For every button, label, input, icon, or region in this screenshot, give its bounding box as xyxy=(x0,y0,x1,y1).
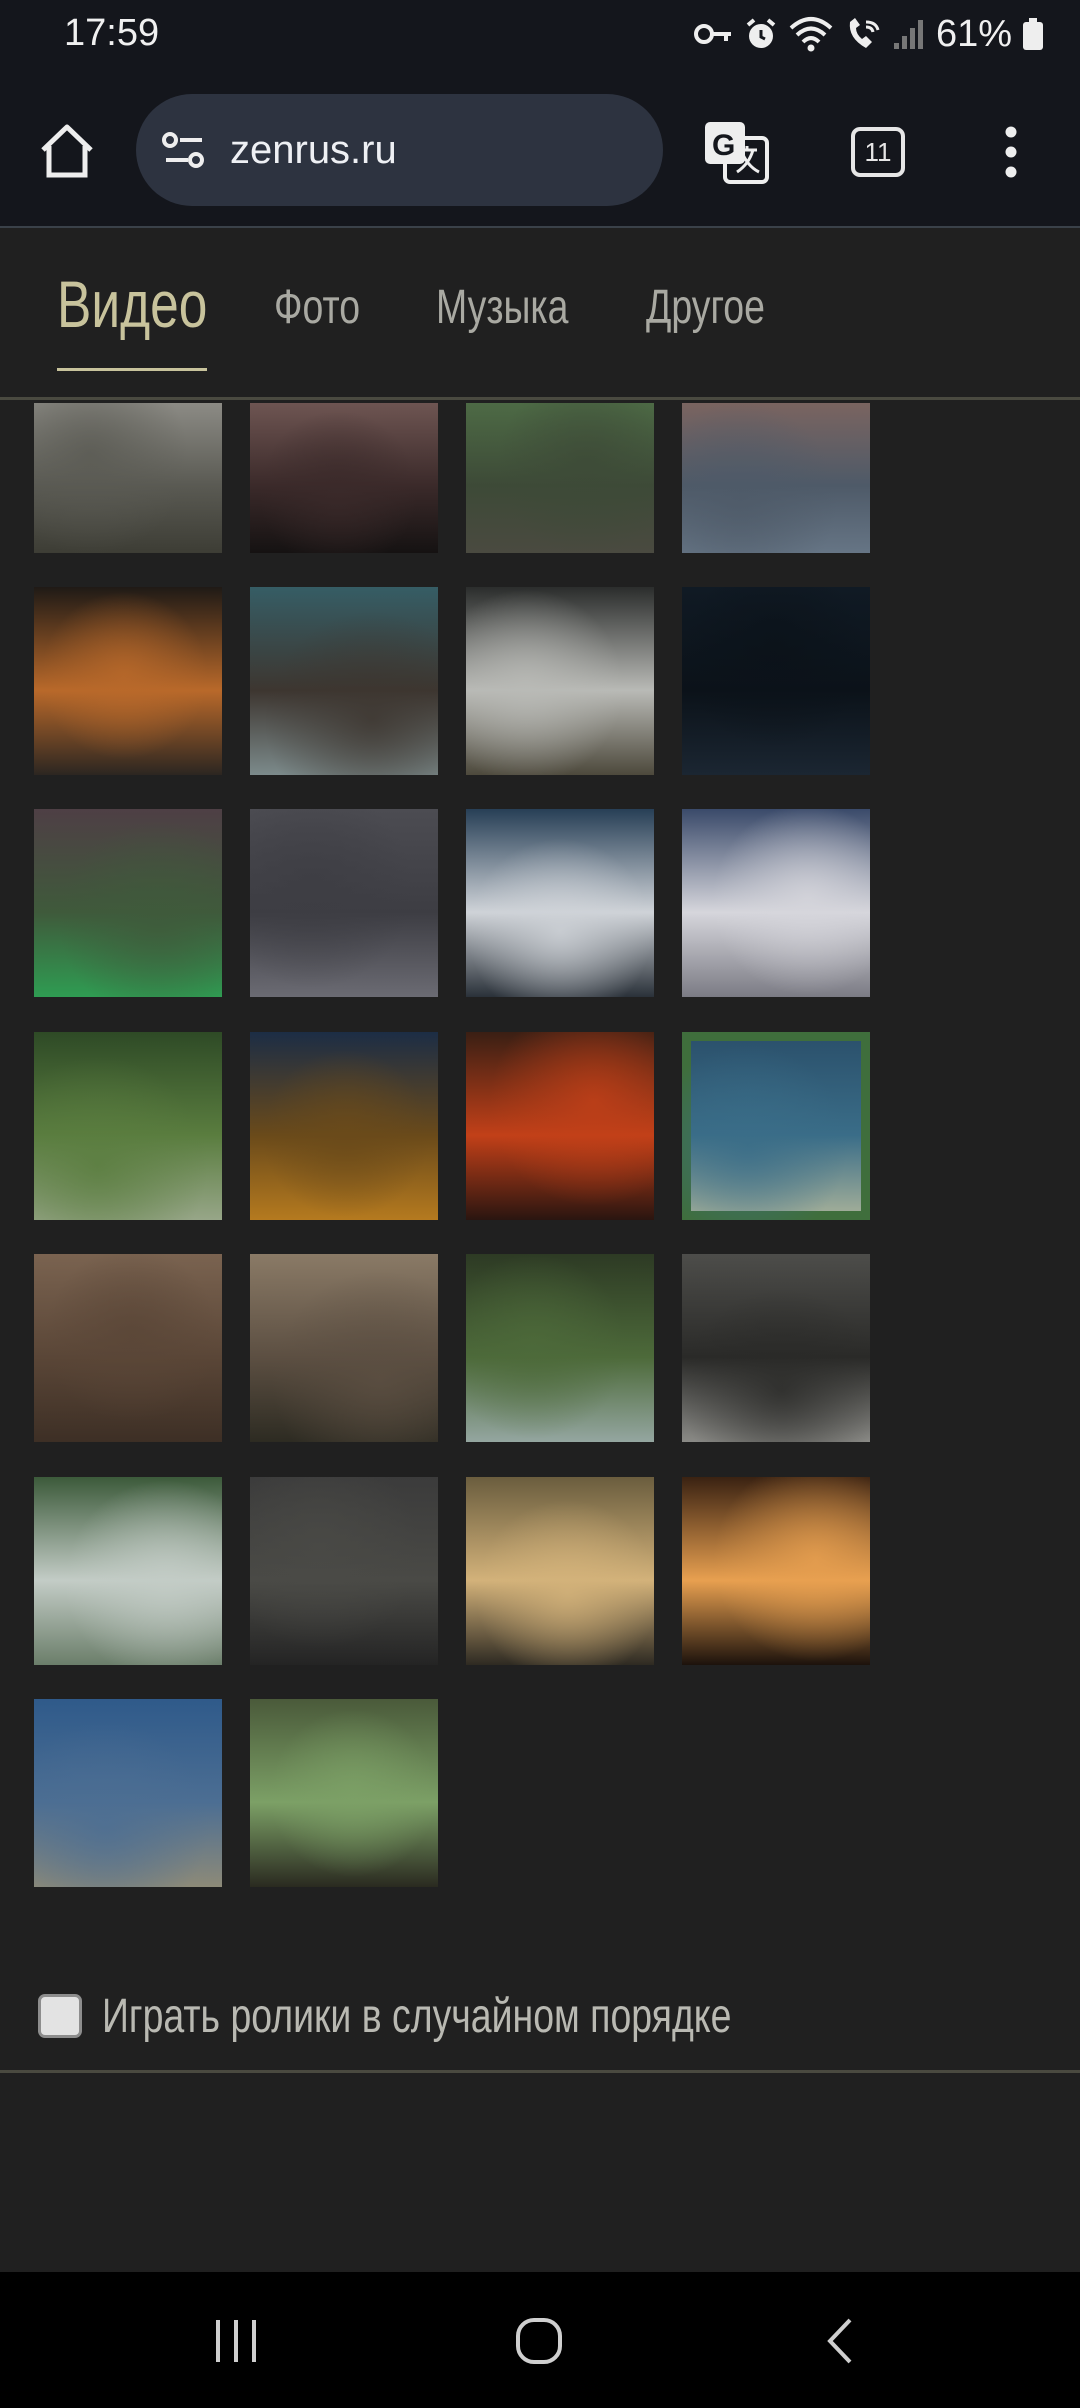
system-nav-bar xyxy=(0,2272,1080,2408)
alarm-icon xyxy=(746,18,776,48)
video-thumbnail[interactable] xyxy=(34,1032,222,1220)
video-thumbnail[interactable] xyxy=(466,403,654,553)
site-settings-icon[interactable] xyxy=(158,124,210,176)
video-thumbnail[interactable] xyxy=(250,1032,438,1220)
status-bar: 17:59 61% xyxy=(0,0,1080,66)
divider xyxy=(0,2070,1080,2073)
svg-text:G: G xyxy=(712,129,735,162)
tab-photo[interactable]: Фото xyxy=(274,280,360,335)
random-order-checkbox[interactable] xyxy=(38,1994,82,2038)
video-thumbnail[interactable] xyxy=(250,403,438,553)
tab-music[interactable]: Музыка xyxy=(436,280,568,335)
home-icon[interactable] xyxy=(38,122,96,180)
status-time: 17:59 xyxy=(64,12,160,54)
video-thumbnail[interactable] xyxy=(250,1254,438,1442)
video-thumbnail[interactable] xyxy=(250,1699,438,1887)
video-thumbnail[interactable] xyxy=(466,587,654,775)
video-thumbnail[interactable] xyxy=(466,1254,654,1442)
url-bar[interactable]: zenrus.ru xyxy=(136,94,663,206)
url-text[interactable]: zenrus.ru xyxy=(230,128,397,173)
tab-video[interactable]: Видео xyxy=(57,266,207,342)
video-thumbnail[interactable] xyxy=(250,587,438,775)
random-order-option[interactable]: Играть ролики в случайном порядке xyxy=(38,1986,909,2046)
video-thumbnail[interactable] xyxy=(34,809,222,997)
home-nav-icon[interactable] xyxy=(514,2316,564,2366)
video-thumbnail[interactable] xyxy=(682,1032,870,1220)
video-thumbnail[interactable] xyxy=(34,1477,222,1665)
video-thumbnail[interactable] xyxy=(34,587,222,775)
video-thumbnail[interactable] xyxy=(466,1032,654,1220)
video-thumbnail[interactable] xyxy=(34,1699,222,1887)
video-thumbnail[interactable] xyxy=(682,809,870,997)
video-thumbnail[interactable] xyxy=(466,809,654,997)
video-thumbnail[interactable] xyxy=(466,1477,654,1665)
battery-percent: 61% xyxy=(935,12,1012,55)
wifi-icon xyxy=(789,17,833,52)
video-thumbnail[interactable] xyxy=(250,809,438,997)
key-icon xyxy=(693,24,731,44)
video-thumbnail[interactable] xyxy=(682,403,870,553)
video-thumbnail[interactable] xyxy=(682,1477,870,1665)
more-menu-icon[interactable] xyxy=(996,122,1026,182)
tab-other[interactable]: Другое xyxy=(646,280,765,335)
battery-icon xyxy=(1023,18,1043,50)
site-nav: Видео Фото Музыка Другое xyxy=(0,230,1080,400)
wifi-call-icon xyxy=(849,18,880,48)
video-thumbnail[interactable] xyxy=(682,587,870,775)
recent-apps-icon[interactable] xyxy=(212,2316,260,2366)
random-order-label[interactable]: Играть ролики в случайном порядке xyxy=(102,1989,731,2044)
video-thumbnail[interactable] xyxy=(34,403,222,553)
active-tab-underline xyxy=(57,368,207,371)
translate-icon[interactable]: G xyxy=(703,120,769,184)
video-thumbnail[interactable] xyxy=(250,1477,438,1665)
browser-toolbar: zenrus.ru G 11 xyxy=(0,66,1080,228)
back-icon[interactable] xyxy=(822,2316,856,2366)
status-icons: 61% xyxy=(693,12,1044,56)
video-thumbnail[interactable] xyxy=(34,1254,222,1442)
video-thumbnail[interactable] xyxy=(682,1254,870,1442)
signal-icon xyxy=(893,20,923,49)
tab-switcher-button[interactable]: 11 xyxy=(851,127,905,177)
